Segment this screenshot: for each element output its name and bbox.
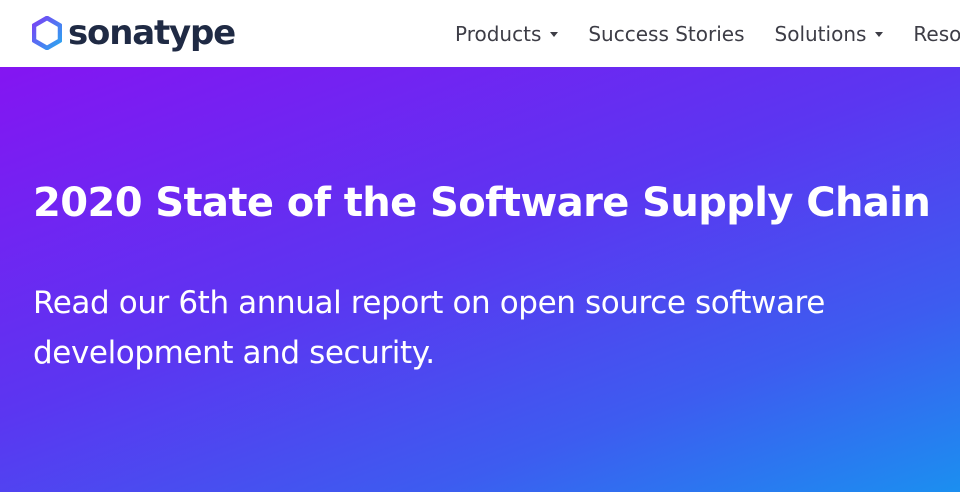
hero-subtitle: Read our 6th annual report on open sourc… (33, 285, 825, 371)
nav-item-products[interactable]: Products (455, 21, 559, 46)
nav-item-label: Products (455, 21, 542, 46)
nav-item-label: Resources (913, 21, 960, 46)
hero-banner: 2020 State of the Software Supply Chain … (0, 67, 960, 492)
sonatype-logo-link[interactable]: sonatype (32, 13, 236, 53)
site-header: sonatype Products Success Stories Soluti… (0, 0, 960, 67)
caret-down-icon (550, 32, 559, 37)
brand-name: sonatype (68, 13, 236, 53)
hexagon-logo-icon (32, 16, 62, 50)
main-nav: Products Success Stories Solutions Resou… (455, 0, 960, 67)
nav-item-label: Solutions (774, 21, 867, 46)
caret-down-icon (875, 32, 884, 37)
hero-title: 2020 State of the Software Supply Chain (33, 180, 931, 226)
nav-item-success-stories[interactable]: Success Stories (588, 22, 744, 46)
nav-item-resources[interactable]: Resources (913, 22, 960, 46)
nav-item-label: Success Stories (588, 21, 745, 46)
nav-item-solutions[interactable]: Solutions (775, 22, 884, 46)
